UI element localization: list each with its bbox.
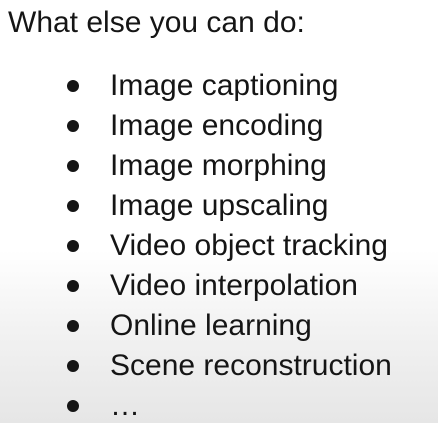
list-item-text: Image upscaling (110, 189, 329, 222)
list-item-text: Online learning (110, 309, 312, 342)
bullet-icon (67, 160, 79, 172)
bullet-icon (67, 120, 79, 132)
list-item-text: Image encoding (110, 109, 324, 142)
bullet-icon (67, 360, 79, 372)
list-item-text: Scene reconstruction (110, 349, 392, 382)
list-item-text: Image morphing (110, 149, 327, 182)
bullet-icon (67, 400, 79, 412)
bullet-icon (67, 200, 79, 212)
bullet-icon (67, 80, 79, 92)
list-item-text: … (110, 389, 140, 422)
list-item-text: Video object tracking (110, 229, 388, 262)
list-item-text: Video interpolation (110, 269, 358, 302)
bullet-icon (67, 320, 79, 332)
list-item-text: Image captioning (110, 69, 339, 102)
slide-title: What else you can do: (8, 6, 305, 39)
bullet-icon (67, 240, 79, 252)
bullet-icon (67, 280, 79, 292)
